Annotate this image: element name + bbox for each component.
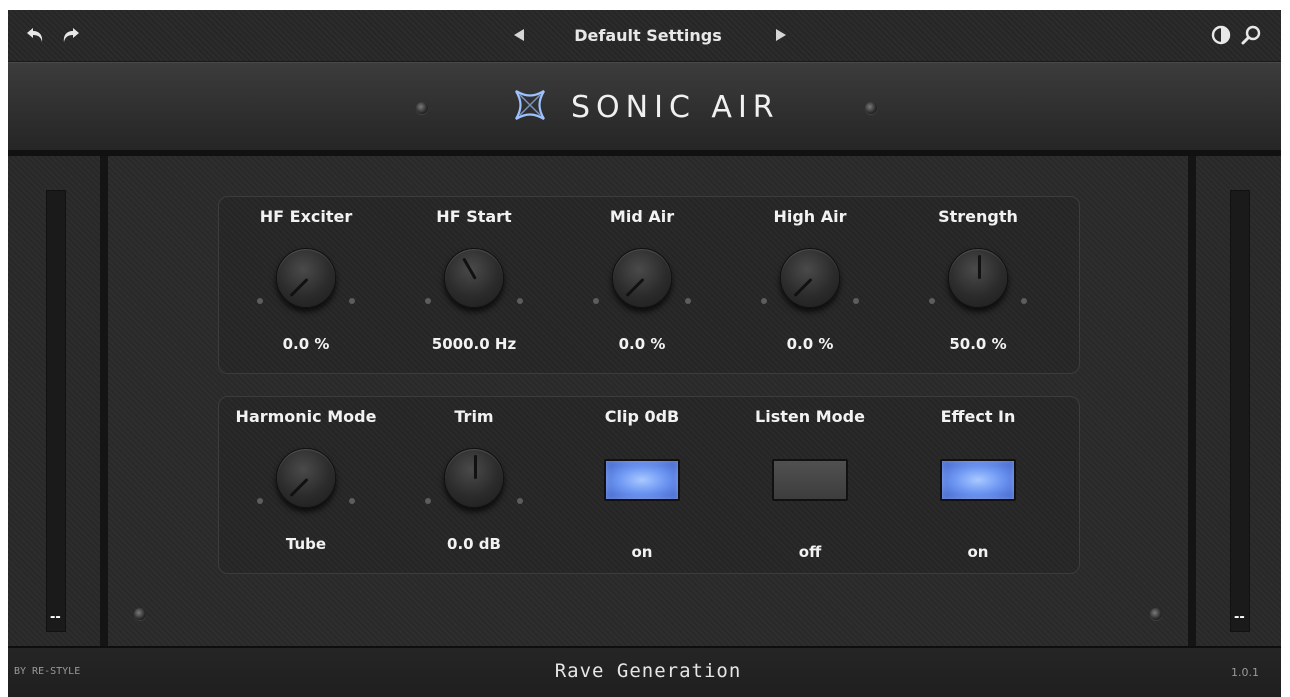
listen-mode-control: Listen Mode off — [725, 407, 895, 561]
effect-in-value: on — [967, 543, 989, 561]
high-air-control: High Air 0.0 % — [725, 207, 895, 353]
effect-in-label: Effect In — [940, 407, 1016, 426]
screw-icon — [134, 608, 146, 620]
preset-name[interactable]: Default Settings — [528, 26, 768, 45]
mid-air-label: Mid Air — [609, 207, 675, 226]
harmonic-mode-value: Tube — [285, 535, 327, 553]
triangle-right-icon[interactable] — [768, 22, 794, 48]
screw-icon — [865, 102, 877, 114]
hf-start-value: 5000.0 Hz — [431, 335, 517, 353]
listen-mode-toggle[interactable] — [772, 459, 848, 501]
strength-value: 50.0 % — [949, 335, 1007, 353]
hf-exciter-label: HF Exciter — [259, 207, 353, 226]
sonic-air-logo-icon — [508, 83, 552, 127]
hf-exciter-value: 0.0 % — [282, 335, 330, 353]
hf-start-control: HF Start 5000.0 Hz — [389, 207, 559, 353]
high-air-label: High Air — [773, 207, 847, 226]
mid-air-knob[interactable] — [612, 248, 672, 308]
undo-arrow-icon[interactable] — [24, 22, 50, 48]
main-panel: HF Exciter 0.0 % HF Start 5000.0 Hz Mid … — [108, 156, 1188, 646]
right-meter-panel: -- — [1196, 156, 1281, 646]
trim-label: Trim — [454, 407, 494, 426]
plugin-window: Default Settings SONIC AIR -- HF Exciter… — [8, 10, 1281, 697]
hf-start-label: HF Start — [436, 207, 512, 226]
half-circle-icon[interactable] — [1208, 22, 1234, 48]
left-divider — [100, 156, 108, 646]
left-meter-panel: -- — [8, 156, 100, 646]
output-level-meter — [1230, 190, 1250, 632]
output-controls-group: Harmonic Mode Tube Trim 0.0 dB Clip 0dB … — [218, 396, 1080, 574]
strength-knob[interactable] — [948, 248, 1008, 308]
listen-mode-value: off — [798, 543, 822, 561]
harmonic-mode-label: Harmonic Mode — [235, 407, 377, 426]
hf-start-knob[interactable] — [444, 248, 504, 308]
trim-value: 0.0 dB — [447, 535, 501, 553]
redo-arrow-icon[interactable] — [56, 22, 82, 48]
header: SONIC AIR — [8, 62, 1281, 150]
clip-toggle[interactable] — [604, 459, 680, 501]
clip-control: Clip 0dB on — [557, 407, 727, 561]
effect-in-toggle[interactable] — [940, 459, 1016, 501]
strength-control: Strength 50.0 % — [893, 207, 1063, 353]
screw-icon — [1150, 608, 1162, 620]
clip-value: on — [631, 543, 653, 561]
strength-label: Strength — [938, 207, 1018, 226]
footer-credit: BY RE-STYLE — [14, 666, 81, 677]
clip-label: Clip 0dB — [604, 407, 680, 426]
hf-exciter-control: HF Exciter 0.0 % — [221, 207, 391, 353]
effect-in-control: Effect In on — [893, 407, 1063, 561]
trim-knob[interactable] — [444, 448, 504, 508]
mid-air-control: Mid Air 0.0 % — [557, 207, 727, 353]
left-meter-readout: -- — [50, 610, 61, 625]
footer-brand[interactable]: Rave Generation — [528, 660, 768, 682]
right-divider — [1188, 156, 1196, 646]
screw-icon — [416, 102, 428, 114]
right-meter-readout: -- — [1234, 610, 1245, 625]
high-air-value: 0.0 % — [786, 335, 834, 353]
hf-exciter-knob[interactable] — [276, 248, 336, 308]
harmonic-mode-control: Harmonic Mode Tube — [221, 407, 391, 553]
toolbar: Default Settings — [8, 10, 1281, 62]
input-level-meter — [46, 190, 66, 632]
exciter-controls-group: HF Exciter 0.0 % HF Start 5000.0 Hz Mid … — [218, 196, 1080, 374]
harmonic-mode-knob[interactable] — [276, 448, 336, 508]
version-label: 1.0.1 — [1231, 666, 1259, 679]
footer: BY RE-STYLE Rave Generation 1.0.1 — [8, 646, 1281, 697]
app-title: SONIC AIR — [571, 90, 780, 125]
trim-control: Trim 0.0 dB — [389, 407, 559, 553]
listen-mode-label: Listen Mode — [755, 407, 865, 426]
high-air-knob[interactable] — [780, 248, 840, 308]
mid-air-value: 0.0 % — [618, 335, 666, 353]
magnifier-icon[interactable] — [1238, 22, 1264, 48]
